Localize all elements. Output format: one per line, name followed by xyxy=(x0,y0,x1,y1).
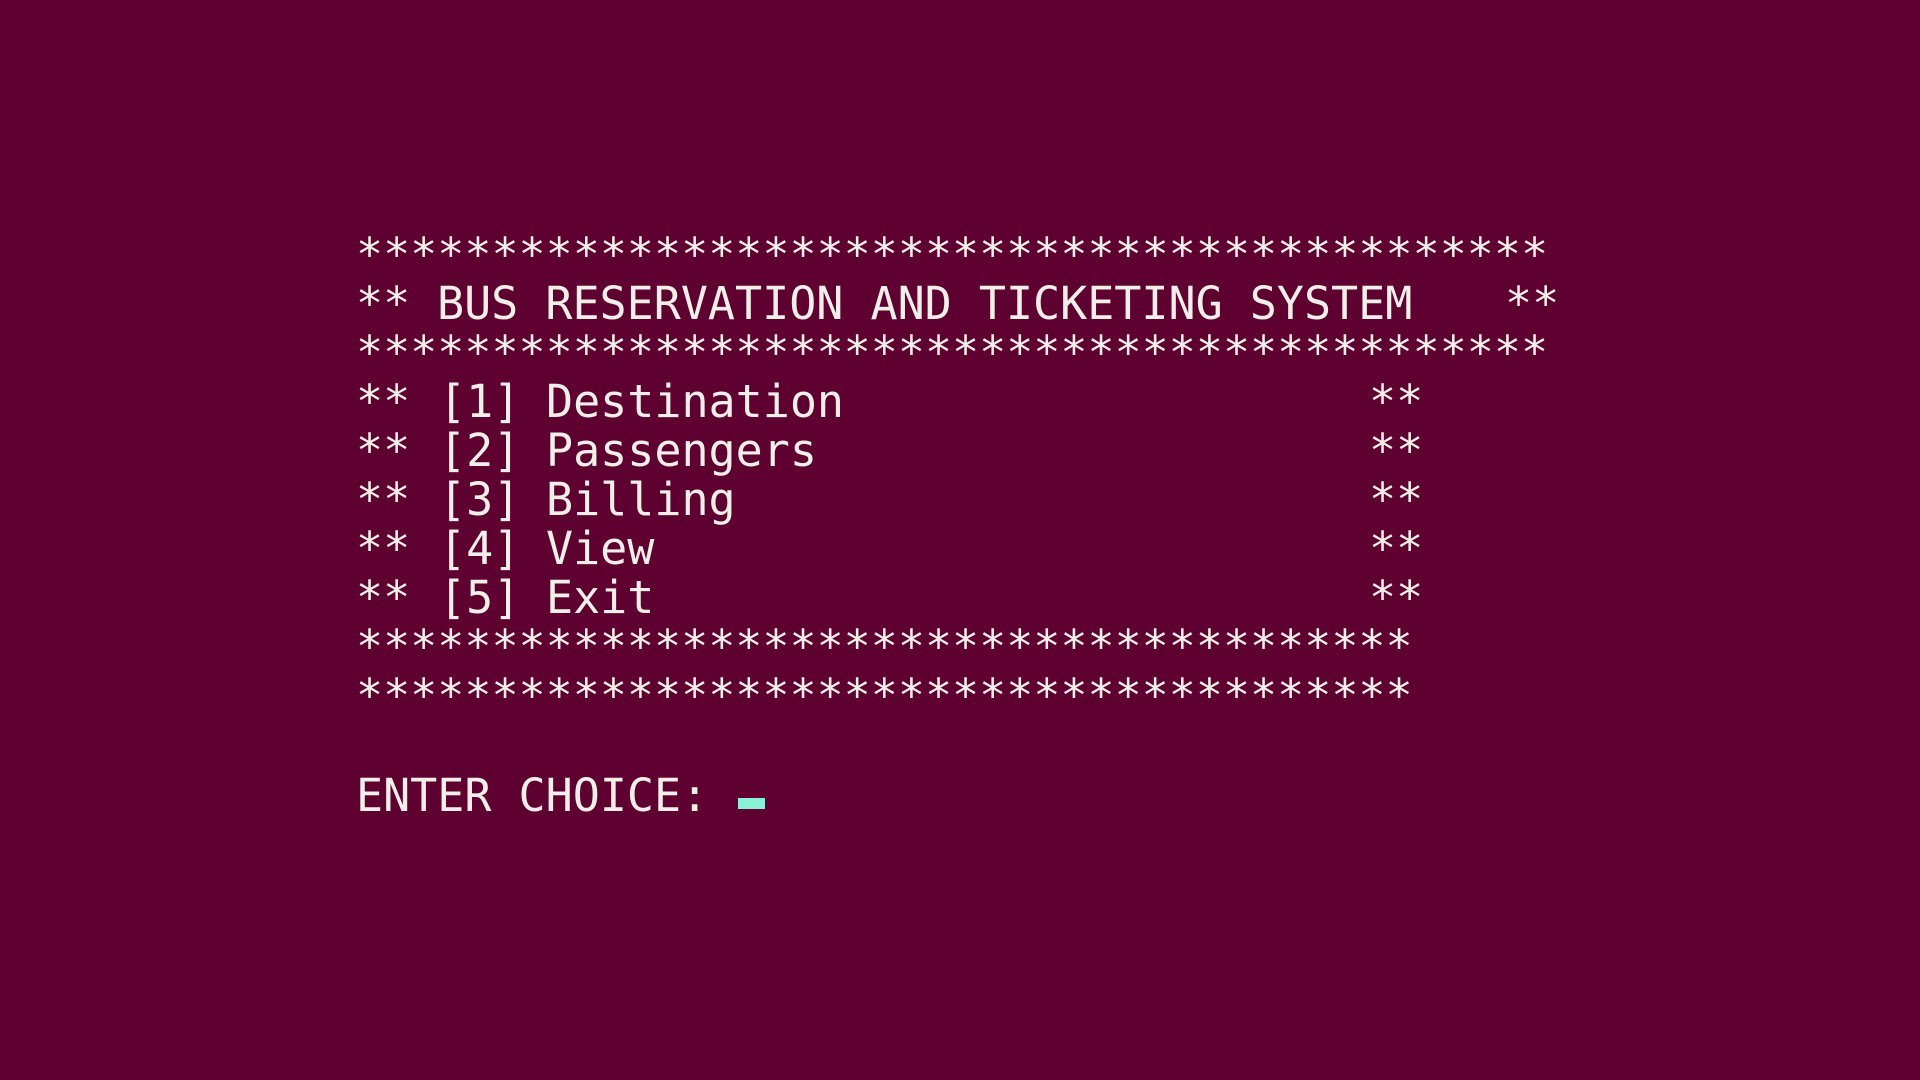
menu-key: [2] xyxy=(439,424,521,477)
menu-right-marker: ** xyxy=(1369,473,1424,526)
menu-left-marker: ** xyxy=(356,473,411,526)
menu-screen: ****************************************… xyxy=(356,228,1559,820)
title-right-marker: ** xyxy=(1505,277,1560,330)
choice-prompt-row[interactable]: ENTER CHOICE: xyxy=(356,771,1548,820)
menu-item-billing: ** [3] Billing ** xyxy=(356,475,1548,524)
menu-left-marker: ** xyxy=(356,375,411,428)
menu-left-marker: ** xyxy=(356,522,411,575)
menu-item-exit: ** [5] Exit ** xyxy=(356,573,1548,622)
menu-left-marker: ** xyxy=(356,571,411,624)
menu-label: View xyxy=(546,522,655,575)
menu-item-passengers: ** [2] Passengers ** xyxy=(356,426,1548,475)
menu-right-marker: ** xyxy=(1369,522,1424,575)
title-left-marker: ** xyxy=(356,277,411,330)
menu-item-view: ** [4] View ** xyxy=(356,524,1548,573)
menu-item-destination: ** [1] Destination ** xyxy=(356,377,1548,426)
menu-bottom-border: *************************************** xyxy=(356,620,1413,673)
menu-label: Exit xyxy=(546,571,655,624)
menu-footer-border: *************************************** xyxy=(356,669,1413,722)
menu-right-marker: ** xyxy=(1369,375,1424,428)
title-row: ** BUS RESERVATION AND TICKETING SYSTEM … xyxy=(356,277,1559,330)
menu-left-marker: ** xyxy=(356,424,411,477)
terminal-window[interactable]: ****************************************… xyxy=(0,0,1920,1080)
menu-key: [5] xyxy=(439,571,521,624)
menu-right-marker: ** xyxy=(1369,424,1424,477)
top-border: ****************************************… xyxy=(356,228,1549,281)
menu-key: [1] xyxy=(439,375,521,428)
title-border: ****************************************… xyxy=(356,326,1549,379)
menu-label: Billing xyxy=(546,473,736,526)
menu-right-marker: ** xyxy=(1369,571,1424,624)
text-cursor[interactable] xyxy=(738,798,765,809)
menu-label: Passengers xyxy=(546,424,817,477)
menu-key: [4] xyxy=(439,522,521,575)
menu-key: [3] xyxy=(439,473,521,526)
choice-prompt: ENTER CHOICE: xyxy=(356,769,709,822)
app-title: BUS RESERVATION AND TICKETING SYSTEM xyxy=(437,277,1413,330)
menu-label: Destination xyxy=(546,375,845,428)
